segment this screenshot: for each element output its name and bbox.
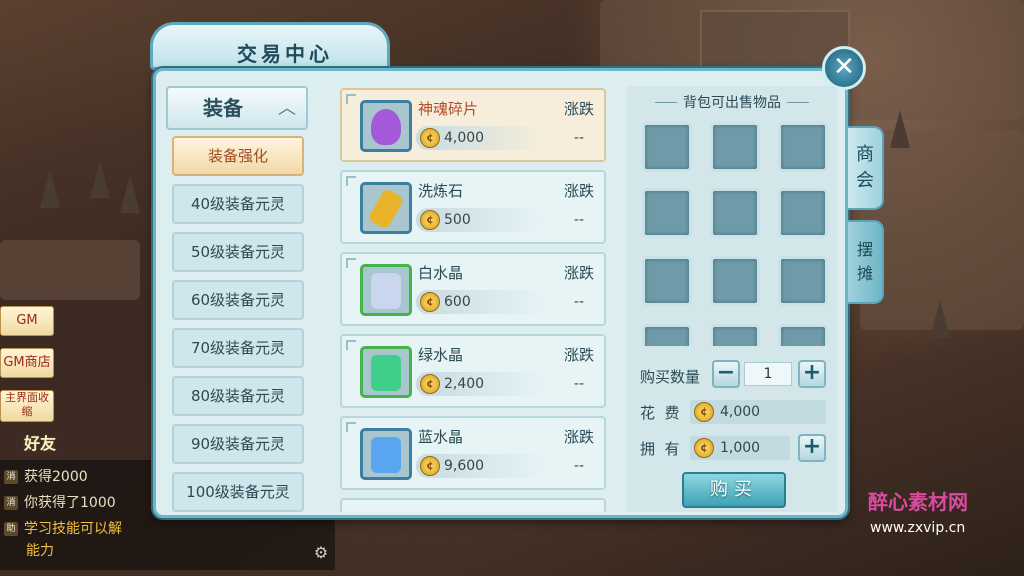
bag-slot[interactable] (710, 188, 760, 238)
collapse-ui-button[interactable]: 主界面收缩 (0, 390, 54, 422)
coin-icon: ¢ (420, 456, 440, 476)
bag-grid[interactable] (636, 118, 836, 346)
corner-ornament (346, 94, 356, 104)
bag-slot[interactable] (778, 122, 828, 172)
blue-crystal-icon (360, 428, 412, 480)
gm-button[interactable]: GM (0, 306, 54, 336)
bag-slot[interactable] (642, 324, 692, 346)
sub-item-90[interactable]: 90级装备元灵 (172, 424, 304, 464)
watermark-text: 醉心素材网 (868, 490, 968, 514)
chat-line: 消获得2000 (4, 466, 88, 486)
trend-label: 涨跌 (563, 428, 594, 446)
item-price: 600 (444, 294, 471, 310)
close-icon[interactable]: ✕ (822, 46, 866, 90)
list-item[interactable] (340, 498, 606, 512)
watermark-url: www.zxvip.cn (870, 520, 966, 536)
sub-item-80[interactable]: 80级装备元灵 (172, 376, 304, 416)
bag-slot[interactable] (642, 188, 692, 238)
item-name: 神魂碎片 (418, 100, 479, 118)
list-item[interactable]: 神魂碎片 涨跌 ¢ 4,000 -- (340, 88, 606, 162)
trend-value: -- (573, 212, 584, 228)
sub-item-100[interactable]: 100级装备元灵 (172, 472, 304, 512)
sub-item-50[interactable]: 50级装备元灵 (172, 232, 304, 272)
sub-item-40[interactable]: 40级装备元灵 (172, 184, 304, 224)
item-name: 绿水晶 (418, 346, 464, 364)
window-title: 交易中心 (237, 42, 333, 66)
tab-stall[interactable]: 摆摊 (848, 220, 884, 304)
sub-item-60[interactable]: 60级装备元灵 (172, 280, 304, 320)
trend-label: 涨跌 (563, 100, 594, 118)
list-item[interactable]: 洗炼石 涨跌 ¢ 500 -- (340, 170, 606, 244)
chevron-up-icon: ︿ (278, 98, 296, 119)
bag-title: 背包可出售物品 (627, 92, 837, 112)
coin-icon: ¢ (420, 374, 440, 394)
list-item[interactable]: 蓝水晶 涨跌 ¢ 9,600 -- (340, 416, 606, 490)
trend-label: 涨跌 (563, 264, 594, 282)
sub-item-70[interactable]: 70级装备元灵 (172, 328, 304, 368)
item-name: 洗炼石 (418, 182, 464, 200)
tab-label: 摆摊 (857, 240, 874, 283)
coin-icon: ¢ (420, 210, 440, 230)
trend-value: -- (573, 458, 584, 474)
coin-icon: ¢ (694, 438, 714, 458)
category-header[interactable]: 装备 ︿ (166, 86, 308, 130)
trend-value: -- (573, 130, 584, 146)
quantity-input[interactable]: 1 (744, 362, 792, 386)
coin-icon: ¢ (420, 292, 440, 312)
bag-slot[interactable] (710, 256, 760, 306)
item-name: 蓝水晶 (418, 428, 464, 446)
friend-button[interactable]: 好友 (14, 430, 66, 458)
bag-slot[interactable] (642, 122, 692, 172)
bag-slot[interactable] (710, 122, 760, 172)
trend-value: -- (573, 376, 584, 392)
chat-line: 能力 (26, 543, 54, 559)
corner-ornament (346, 422, 356, 432)
buy-button[interactable]: 购买 (682, 472, 786, 508)
list-item[interactable]: 绿水晶 涨跌 ¢ 2,400 -- (340, 334, 606, 408)
corner-ornament (346, 176, 356, 186)
trend-label: 涨跌 (563, 346, 594, 364)
coin-icon: ¢ (420, 128, 440, 148)
bag-slot[interactable] (778, 324, 828, 346)
bag-slot[interactable] (778, 188, 828, 238)
corner-ornament (346, 258, 356, 268)
own-label: 拥 有 (640, 440, 680, 458)
sub-item-enhance[interactable]: 装备强化 (172, 136, 304, 176)
bag-slot[interactable] (710, 324, 760, 346)
corner-ornament (346, 340, 356, 350)
cost-value: 4,000 (720, 404, 761, 420)
bag-slot[interactable] (778, 256, 828, 306)
gold-crystal-icon (360, 182, 412, 234)
tab-guild-shop[interactable]: 商会 (848, 126, 884, 210)
chat-line: 消你获得了1000 (4, 492, 116, 512)
tab-label: 商会 (856, 144, 874, 191)
trend-value: -- (573, 294, 584, 310)
gm-shop-button[interactable]: GM商店 (0, 348, 54, 378)
chat-line: 助学习技能可以解 (4, 518, 122, 538)
minus-button[interactable]: − (712, 360, 740, 388)
plus-button[interactable]: + (798, 360, 826, 388)
item-list[interactable]: 神魂碎片 涨跌 ¢ 4,000 -- 洗炼石 涨跌 ¢ 500 -- 白水晶 涨… (338, 86, 608, 512)
gear-icon[interactable]: ⚙ (312, 544, 330, 562)
item-name: 白水晶 (418, 264, 464, 282)
add-currency-button[interactable]: + (798, 434, 826, 462)
item-price: 2,400 (444, 376, 485, 392)
trend-label: 涨跌 (563, 182, 594, 200)
own-value: 1,000 (720, 440, 761, 456)
item-price: 9,600 (444, 458, 485, 474)
category-label: 装备 (203, 96, 243, 120)
item-price: 4,000 (444, 130, 485, 146)
white-crystal-icon (360, 264, 412, 316)
green-crystal-icon (360, 346, 412, 398)
coin-icon: ¢ (694, 402, 714, 422)
cost-label: 花 费 (640, 404, 680, 422)
item-price: 500 (444, 212, 471, 228)
purple-soul-icon (360, 100, 412, 152)
list-item[interactable]: 白水晶 涨跌 ¢ 600 -- (340, 252, 606, 326)
qty-label: 购买数量 (640, 368, 701, 386)
bag-slot[interactable] (642, 256, 692, 306)
